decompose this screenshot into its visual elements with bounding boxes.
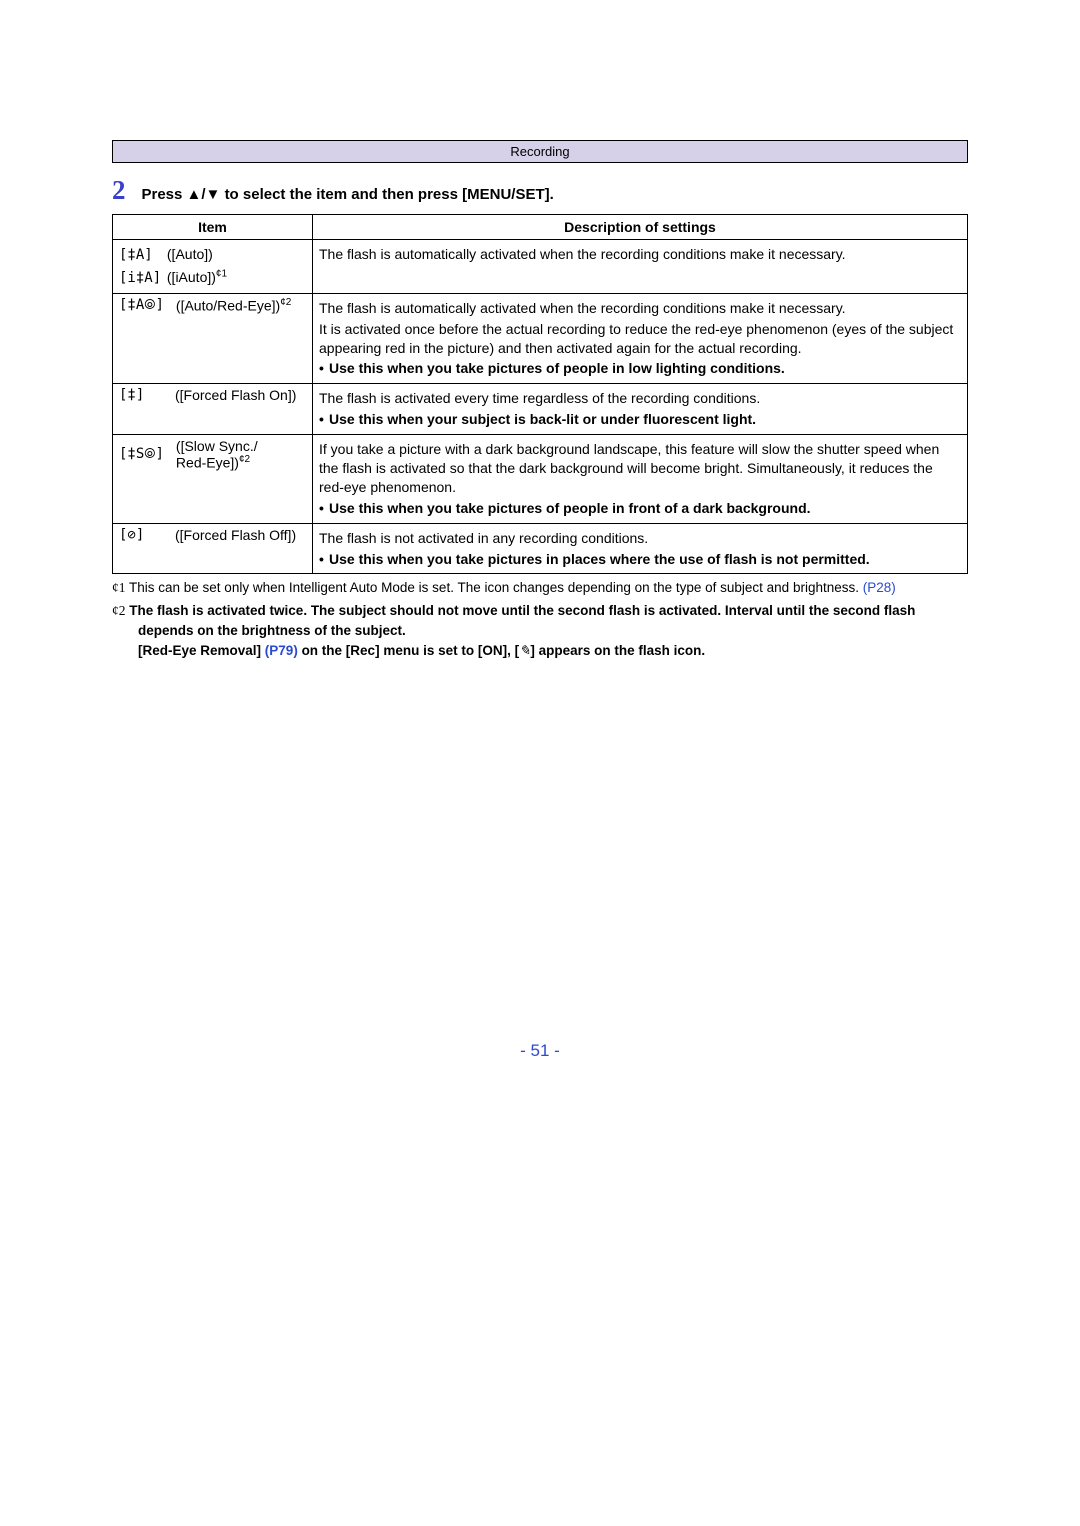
desc-text: The flash is automatically activated whe…	[319, 245, 961, 264]
flash-forced-off-icon: [⊘]	[119, 527, 163, 543]
flash-slow-sync-label-l1: ([Slow Sync./	[176, 438, 258, 454]
footnote-1: ¢1 This can be set only when Intelligent…	[112, 578, 968, 598]
table-row: [‡S⦾] ([Slow Sync./ Red-Eye])¢2 If you t…	[113, 435, 968, 524]
desc-bullet: Use this when you take pictures in place…	[319, 550, 961, 569]
footnote-1-mark: ¢1	[112, 580, 126, 595]
flash-auto-label: ([Auto])	[167, 246, 213, 262]
footnote-2-line2a: [Red-Eye Removal]	[138, 643, 265, 658]
desc-text: It is activated once before the actual r…	[319, 320, 961, 358]
item-cell-auto-redeye: [‡A⦾] ([Auto/Red-Eye])¢2	[113, 293, 313, 384]
desc-bullet: Use this when your subject is back-lit o…	[319, 410, 961, 429]
desc-bullet: Use this when you take pictures of peopl…	[319, 359, 961, 378]
flash-iauto-label: ([iAuto])	[167, 269, 216, 285]
desc-text: If you take a picture with a dark backgr…	[319, 440, 961, 497]
table-header-row: Item Description of settings	[113, 215, 968, 240]
footnote-2-link[interactable]: (P79)	[265, 643, 298, 658]
item-cell-forced-on: [‡] ([Forced Flash On])	[113, 384, 313, 435]
step-row: 2 Press ▲/▼ to select the item and then …	[112, 177, 968, 204]
desc-bullet: Use this when you take pictures of peopl…	[319, 499, 961, 518]
pencil-icon: ✎	[519, 643, 530, 658]
footnote-2-line2b: on the [Rec] menu is set to [ON], [	[298, 643, 519, 658]
desc-text: The flash is automatically activated whe…	[319, 299, 961, 318]
footnote-1-link[interactable]: (P28)	[863, 580, 896, 595]
desc-cell-auto-redeye: The flash is automatically activated whe…	[313, 293, 968, 384]
footnote-2: ¢2 The flash is activated twice. The sub…	[112, 601, 968, 662]
desc-cell-forced-off: The flash is not activated in any record…	[313, 523, 968, 574]
table-row: [‡A] ([Auto]) [i‡A] ([iAuto])¢1 The flas…	[113, 240, 968, 294]
step-number: 2	[112, 177, 126, 204]
desc-text: The flash is not activated in any record…	[319, 529, 961, 548]
flash-forced-on-icon: [‡]	[119, 387, 163, 403]
step-instruction: Press ▲/▼ to select the item and then pr…	[142, 186, 554, 203]
flash-auto-redeye-icon: [‡A⦾]	[119, 297, 164, 313]
table-row: [‡A⦾] ([Auto/Red-Eye])¢2 The flash is au…	[113, 293, 968, 384]
flash-slow-sync-label-l2: Red-Eye])	[176, 455, 239, 471]
flash-iauto-icon: [i‡A]	[119, 267, 163, 289]
section-band: Recording	[112, 140, 968, 163]
flash-auto-icon: [‡A]	[119, 244, 163, 266]
table-row: [⊘] ([Forced Flash Off]) The flash is no…	[113, 523, 968, 574]
footnote-1-text: This can be set only when Intelligent Au…	[126, 580, 863, 595]
item-cell-slow-sync: [‡S⦾] ([Slow Sync./ Red-Eye])¢2	[113, 435, 313, 524]
footnote-2-line1: The flash is activated twice. The subjec…	[126, 603, 916, 638]
col-header-item: Item	[113, 215, 313, 240]
desc-cell-forced-on: The flash is activated every time regard…	[313, 384, 968, 435]
item-cell-forced-off: [⊘] ([Forced Flash Off])	[113, 523, 313, 574]
col-header-desc: Description of settings	[313, 215, 968, 240]
desc-text: The flash is activated every time regard…	[319, 389, 961, 408]
footnotes: ¢1 This can be set only when Intelligent…	[112, 578, 968, 661]
flash-iauto-superscript: ¢1	[216, 269, 227, 280]
page-number: - 51 -	[112, 1041, 968, 1061]
desc-cell-auto: The flash is automatically activated whe…	[313, 240, 968, 294]
flash-settings-table: Item Description of settings [‡A] ([Auto…	[112, 214, 968, 574]
desc-cell-slow-sync: If you take a picture with a dark backgr…	[313, 435, 968, 524]
item-cell-auto: [‡A] ([Auto]) [i‡A] ([iAuto])¢1	[113, 240, 313, 294]
table-row: [‡] ([Forced Flash On]) The flash is act…	[113, 384, 968, 435]
footnote-2-mark: ¢2	[112, 603, 126, 618]
footnote-2-line2c: ] appears on the flash icon.	[530, 643, 705, 658]
flash-forced-on-label: ([Forced Flash On])	[175, 387, 296, 403]
flash-auto-redeye-superscript: ¢2	[280, 297, 291, 308]
flash-forced-off-label: ([Forced Flash Off])	[175, 527, 296, 543]
flash-auto-redeye-label: ([Auto/Red-Eye])	[176, 297, 280, 313]
flash-slow-sync-icon: [‡S⦾]	[119, 446, 164, 462]
flash-slow-sync-superscript: ¢2	[239, 454, 250, 465]
page-root: Recording 2 Press ▲/▼ to select the item…	[0, 0, 1080, 1101]
